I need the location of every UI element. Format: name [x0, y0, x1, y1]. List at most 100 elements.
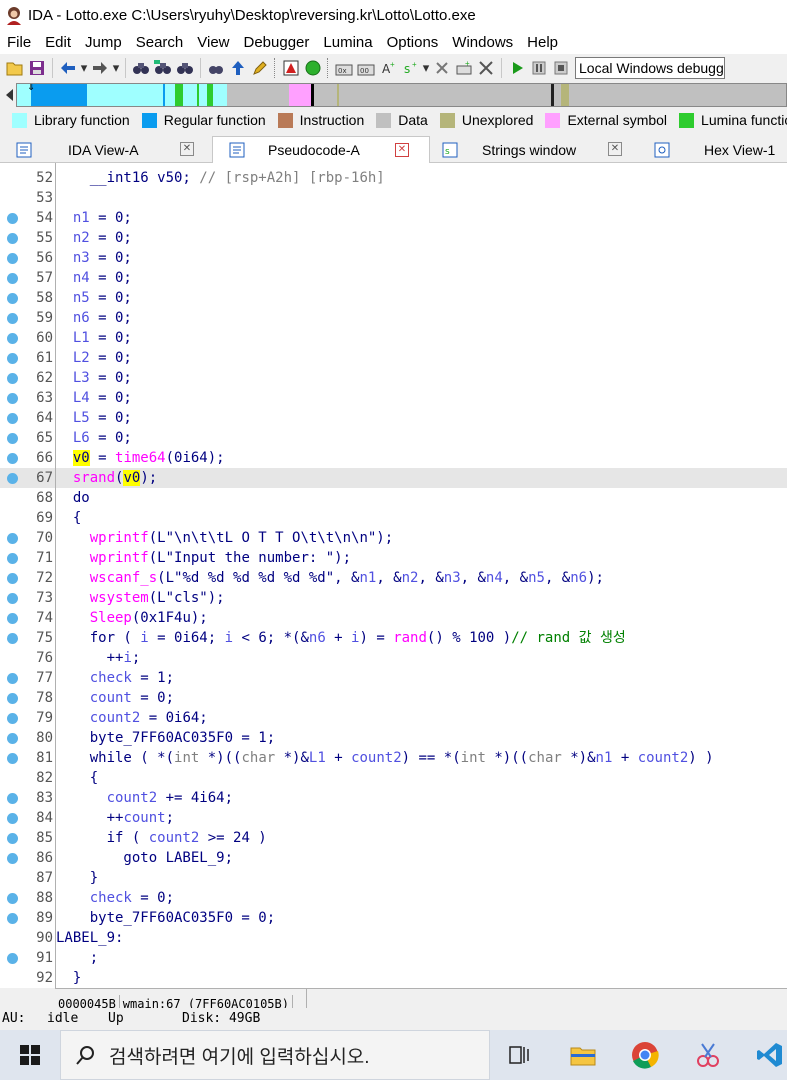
- create-function-icon[interactable]: +: [453, 57, 475, 79]
- code-line[interactable]: 77 check = 1;: [0, 668, 787, 688]
- code-text[interactable]: if ( count2 >= 24 ): [56, 828, 267, 848]
- code-line[interactable]: 78 count = 0;: [0, 688, 787, 708]
- code-text[interactable]: wprintf(L"Input the number: ");: [56, 548, 351, 568]
- breakpoint-dot-icon[interactable]: [7, 313, 18, 324]
- tab-ida-view-a[interactable]: IDA View-A ✕: [0, 136, 210, 163]
- code-text[interactable]: ++i;: [56, 648, 141, 668]
- breakpoint-dot-icon[interactable]: [7, 213, 18, 224]
- code-text[interactable]: count2 += 4i64;: [56, 788, 233, 808]
- code-text[interactable]: }: [56, 868, 98, 888]
- breakpoint-dot-icon[interactable]: [7, 693, 18, 704]
- breakpoint-dot-icon[interactable]: [7, 753, 18, 764]
- code-text[interactable]: n4 = 0;: [56, 268, 132, 288]
- code-text[interactable]: while ( *(int *)((char *)&L1 + count2) =…: [56, 748, 714, 768]
- code-text[interactable]: n2 = 0;: [56, 228, 132, 248]
- code-text[interactable]: for ( i = 0i64; i < 6; *(&n6 + i) = rand…: [56, 628, 626, 648]
- breakpoint-dot-icon[interactable]: [7, 393, 18, 404]
- code-line[interactable]: 69 {: [0, 508, 787, 528]
- forward-arrow-icon[interactable]: [89, 57, 111, 79]
- breakpoint-dot-icon[interactable]: [7, 473, 18, 484]
- code-text[interactable]: Sleep(0x1F4u);: [56, 608, 208, 628]
- code-text[interactable]: check = 0;: [56, 888, 174, 908]
- code-text[interactable]: v0 = time64(0i64);: [56, 448, 225, 468]
- close-icon[interactable]: ✕: [608, 142, 622, 156]
- tab-pseudocode-a[interactable]: Pseudocode-A ✕: [212, 136, 430, 163]
- string-icon[interactable]: s +: [399, 57, 421, 79]
- code-line[interactable]: 63 L4 = 0;: [0, 388, 787, 408]
- menu-lumina[interactable]: Lumina: [316, 31, 379, 54]
- tab-strings-window[interactable]: s Strings window ✕: [432, 136, 637, 163]
- forward-dropdown-icon[interactable]: ▾: [111, 57, 121, 79]
- code-line[interactable]: 52 __int16 v50; // [rsp+A2h] [rbp-16h]: [0, 168, 787, 188]
- code-line[interactable]: 89 byte_7FF60AC035F0 = 0;: [0, 908, 787, 928]
- struct-icon[interactable]: 0x: [333, 57, 355, 79]
- vscode-icon[interactable]: [745, 1030, 787, 1080]
- code-text[interactable]: L5 = 0;: [56, 408, 132, 428]
- string-dropdown-icon[interactable]: ▾: [421, 57, 431, 79]
- code-text[interactable]: L3 = 0;: [56, 368, 132, 388]
- back-dropdown-icon[interactable]: ▾: [79, 57, 89, 79]
- code-text[interactable]: do: [56, 488, 90, 508]
- task-view-icon[interactable]: [495, 1030, 545, 1080]
- code-line[interactable]: 82 {: [0, 768, 787, 788]
- breakpoint-dot-icon[interactable]: [7, 233, 18, 244]
- code-text[interactable]: count = 0;: [56, 688, 174, 708]
- breakpoint-dot-icon[interactable]: [7, 413, 18, 424]
- breakpoint-dot-icon[interactable]: [7, 673, 18, 684]
- breakpoint-dot-icon[interactable]: [7, 553, 18, 564]
- code-text[interactable]: check = 1;: [56, 668, 174, 688]
- breakpoint-dot-icon[interactable]: [7, 533, 18, 544]
- code-line[interactable]: 88 check = 0;: [0, 888, 787, 908]
- code-line[interactable]: 76 ++i;: [0, 648, 787, 668]
- code-text[interactable]: n3 = 0;: [56, 248, 132, 268]
- code-line[interactable]: 53: [0, 188, 787, 208]
- pseudocode-panel[interactable]: 52 __int16 v50; // [rsp+A2h] [rbp-16h] 53…: [0, 163, 787, 988]
- code-line[interactable]: 58 n5 = 0;: [0, 288, 787, 308]
- breakpoint-dot-icon[interactable]: [7, 453, 18, 464]
- breakpoint-dot-icon[interactable]: [7, 953, 18, 964]
- close-icon[interactable]: ✕: [180, 142, 194, 156]
- code-line[interactable]: 56 n3 = 0;: [0, 248, 787, 268]
- menu-search[interactable]: Search: [129, 31, 191, 54]
- breakpoint-dot-icon[interactable]: [7, 573, 18, 584]
- code-text[interactable]: byte_7FF60AC035F0 = 1;: [56, 728, 275, 748]
- code-line[interactable]: 54 n1 = 0;: [0, 208, 787, 228]
- breakpoint-dot-icon[interactable]: [7, 713, 18, 724]
- code-text[interactable]: L4 = 0;: [56, 388, 132, 408]
- code-text[interactable]: L2 = 0;: [56, 348, 132, 368]
- code-line[interactable]: 85 if ( count2 >= 24 ): [0, 828, 787, 848]
- menu-view[interactable]: View: [190, 31, 236, 54]
- edit-pencil-icon[interactable]: [249, 57, 271, 79]
- code-line[interactable]: 72 wscanf_s(L"%d %d %d %d %d %d", &n1, &…: [0, 568, 787, 588]
- debugger-select[interactable]: Local Windows debugger: [575, 57, 725, 79]
- menu-help[interactable]: Help: [520, 31, 565, 54]
- stop-icon[interactable]: [550, 57, 572, 79]
- jump-up-arrow-icon[interactable]: [227, 57, 249, 79]
- code-line[interactable]: 86 goto LABEL_9;: [0, 848, 787, 868]
- menu-debugger[interactable]: Debugger: [237, 31, 317, 54]
- enum-icon[interactable]: 00: [355, 57, 377, 79]
- menu-options[interactable]: Options: [380, 31, 446, 54]
- code-line[interactable]: 79 count2 = 0i64;: [0, 708, 787, 728]
- breakpoint-dot-icon[interactable]: [7, 633, 18, 644]
- code-text[interactable]: srand(v0);: [56, 468, 157, 488]
- green-status-icon[interactable]: [302, 57, 324, 79]
- code-text[interactable]: n5 = 0;: [56, 288, 132, 308]
- code-line[interactable]: 87 }: [0, 868, 787, 888]
- code-text[interactable]: wsystem(L"cls");: [56, 588, 225, 608]
- breakpoint-dot-icon[interactable]: [7, 433, 18, 444]
- code-text[interactable]: count2 = 0i64;: [56, 708, 208, 728]
- breakpoint-dot-icon[interactable]: [7, 733, 18, 744]
- binoculars-text-icon[interactable]: [152, 57, 174, 79]
- menu-jump[interactable]: Jump: [78, 31, 129, 54]
- code-text[interactable]: {: [56, 508, 81, 528]
- breakpoint-dot-icon[interactable]: [7, 833, 18, 844]
- undefine-icon[interactable]: [475, 57, 497, 79]
- code-line[interactable]: 66 v0 = time64(0i64);: [0, 448, 787, 468]
- chrome-icon[interactable]: [620, 1030, 670, 1080]
- binoculars-icon[interactable]: [130, 57, 152, 79]
- breakpoint-dot-icon[interactable]: [7, 333, 18, 344]
- code-line[interactable]: 75 for ( i = 0i64; i < 6; *(&n6 + i) = r…: [0, 628, 787, 648]
- file-explorer-icon[interactable]: [558, 1030, 608, 1080]
- code-line[interactable]: 65 L6 = 0;: [0, 428, 787, 448]
